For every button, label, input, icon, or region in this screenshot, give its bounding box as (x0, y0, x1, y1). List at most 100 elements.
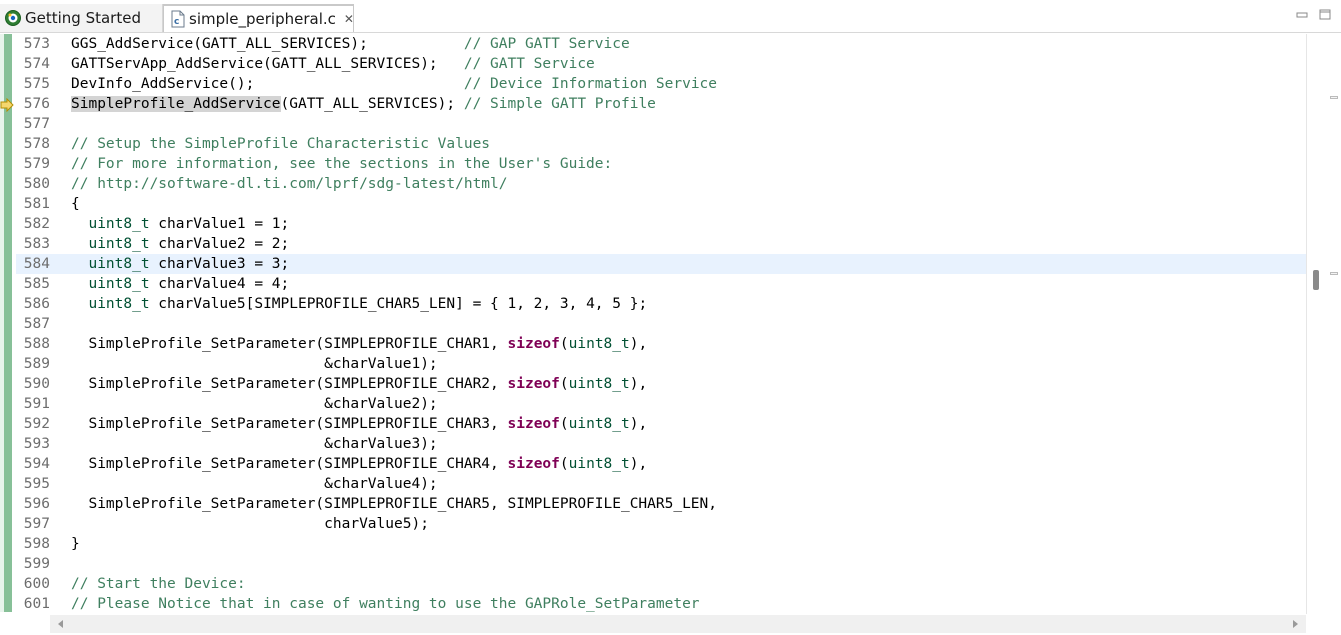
line-number: 597 (23, 516, 50, 532)
code-text[interactable]: // Start the Device: (71, 574, 246, 594)
tab-label: simple_peripheral.c (189, 10, 336, 28)
code-line[interactable]: 594 SimpleProfile_SetParameter(SIMPLEPRO… (16, 454, 1306, 474)
code-line[interactable]: 584 uint8_t charValue3 = 3; (16, 254, 1306, 274)
code-line[interactable]: 588 SimpleProfile_SetParameter(SIMPLEPRO… (16, 334, 1306, 354)
code-token: ( (559, 456, 569, 472)
code-line[interactable]: 586 uint8_t charValue5[SIMPLEPROFILE_CHA… (16, 294, 1306, 314)
code-comment: // Simple GATT Profile (463, 96, 656, 112)
code-line[interactable]: 591 &charValue2); (16, 394, 1306, 414)
code-token: charValue5); (71, 516, 429, 532)
code-text[interactable]: DevInfo_AddService(); // Device Informat… (71, 74, 717, 94)
code-text[interactable]: GGS_AddService(GATT_ALL_SERVICES); // GA… (71, 34, 630, 54)
code-token: charValue5[SIMPLEPROFILE_CHAR5_LEN] = { … (149, 296, 648, 312)
code-type: uint8_t (568, 376, 630, 392)
code-text[interactable]: // Setup the SimpleProfile Characteristi… (71, 134, 490, 154)
code-line[interactable]: 589 &charValue1); (16, 354, 1306, 374)
scroll-thumb[interactable] (1313, 270, 1319, 290)
line-number: 586 (23, 296, 50, 312)
code-text[interactable]: uint8_t charValue2 = 2; (71, 234, 289, 254)
code-keyword: sizeof (507, 376, 560, 392)
scroll-left-icon[interactable] (56, 619, 66, 629)
code-line[interactable]: 598} (16, 534, 1306, 554)
code-line[interactable]: 576 SimpleProfile_AddService(GATT_ALL_SER… (16, 94, 1306, 114)
line-number: 582 (23, 216, 50, 232)
code-text[interactable]: &charValue4); (71, 474, 438, 494)
code-line[interactable]: 585 uint8_t charValue4 = 4; (16, 274, 1306, 294)
line-number: 592 (23, 416, 50, 432)
code-token: } (71, 536, 80, 552)
code-line[interactable]: 582 uint8_t charValue1 = 1; (16, 214, 1306, 234)
code-text[interactable]: charValue5); (71, 514, 429, 534)
overview-mark[interactable] (1330, 272, 1338, 275)
code-line[interactable]: 573 GGS_AddService(GATT_ALL_SERVICES); //… (16, 34, 1306, 54)
code-token: ), (629, 416, 648, 432)
code-text[interactable]: &charValue2); (71, 394, 438, 414)
scroll-right-icon[interactable] (1290, 619, 1300, 629)
code-text[interactable]: SimpleProfile_SetParameter(SIMPLEPROFILE… (71, 454, 647, 474)
code-text[interactable]: &charValue3); (71, 434, 438, 454)
code-text[interactable]: SimpleProfile_AddService(GATT_ALL_SERVIC… (71, 94, 656, 114)
code-token: ), (629, 336, 648, 352)
code-text[interactable]: &charValue1); (71, 354, 438, 374)
code-text[interactable]: SimpleProfile_SetParameter(SIMPLEPROFILE… (71, 494, 717, 514)
vertical-scrollbar[interactable] (1306, 34, 1341, 614)
tab-getting-started[interactable]: Getting Started (0, 4, 163, 32)
code-text[interactable]: // Please Notice that in case of wanting… (71, 594, 700, 614)
code-text[interactable]: uint8_t charValue1 = 1; (71, 214, 289, 234)
code-line[interactable]: 581 { (16, 194, 1306, 214)
code-lines[interactable]: 573 GGS_AddService(GATT_ALL_SERVICES); //… (16, 34, 1306, 614)
line-number: 577 (23, 116, 50, 132)
tab-simple-peripheral[interactable]: c simple_peripheral.c ✕ (163, 4, 354, 32)
line-number: 581 (23, 196, 50, 212)
code-token: charValue2 = 2; (149, 236, 290, 252)
code-line[interactable]: 597 charValue5); (16, 514, 1306, 534)
code-text[interactable]: uint8_t charValue5[SIMPLEPROFILE_CHAR5_L… (71, 294, 647, 314)
line-number: 575 (23, 76, 50, 92)
code-text[interactable]: // http://software-dl.ti.com/lprf/sdg-la… (71, 174, 508, 194)
overview-mark[interactable] (1330, 96, 1338, 99)
editor-tab-bar: Getting Started c simple_peripheral.c ✕ (0, 0, 1341, 33)
gear-globe-icon (4, 9, 22, 27)
code-text[interactable]: GATTServApp_AddService(GATT_ALL_SERVICES… (71, 54, 595, 74)
code-text[interactable]: // For more information, see the section… (71, 154, 612, 174)
code-type: uint8_t (88, 296, 150, 312)
line-number: 599 (23, 556, 50, 572)
code-line[interactable]: 578 // Setup the SimpleProfile Characteri… (16, 134, 1306, 154)
code-text[interactable]: SimpleProfile_SetParameter(SIMPLEPROFILE… (71, 334, 647, 354)
code-line[interactable]: 577 (16, 114, 1306, 134)
line-number: 595 (23, 476, 50, 492)
code-comment: // GAP GATT Service (463, 36, 630, 52)
code-line[interactable]: 574 GATTServApp_AddService(GATT_ALL_SERVI… (16, 54, 1306, 74)
code-line[interactable]: 583 uint8_t charValue2 = 2; (16, 234, 1306, 254)
code-line[interactable]: 600 // Start the Device: (16, 574, 1306, 594)
horizontal-scrollbar[interactable] (50, 615, 1306, 633)
code-line[interactable]: 593 &charValue3); (16, 434, 1306, 454)
code-token: GATTServApp_AddService(GATT_ALL_SERVICES… (71, 56, 464, 72)
code-line[interactable]: 575 DevInfo_AddService(); // Device Infor… (16, 74, 1306, 94)
code-line[interactable]: 596 SimpleProfile_SetParameter(SIMPLEPRO… (16, 494, 1306, 514)
code-line[interactable]: 587 (16, 314, 1306, 334)
minimize-button[interactable] (1295, 6, 1309, 18)
code-keyword: sizeof (507, 416, 560, 432)
maximize-button[interactable] (1318, 6, 1332, 20)
code-line[interactable]: 579 // For more information, see the sect… (16, 154, 1306, 174)
code-text[interactable]: uint8_t charValue3 = 3; (71, 254, 289, 274)
code-type: uint8_t (88, 276, 150, 292)
code-text[interactable]: SimpleProfile_SetParameter(SIMPLEPROFILE… (71, 414, 647, 434)
code-line[interactable]: 599 (16, 554, 1306, 574)
code-line[interactable]: 580 // http://software-dl.ti.com/lprf/sdg… (16, 174, 1306, 194)
code-text[interactable]: } (71, 534, 80, 554)
line-number: 598 (23, 536, 50, 552)
code-line[interactable]: 592 SimpleProfile_SetParameter(SIMPLEPRO… (16, 414, 1306, 434)
close-icon[interactable]: ✕ (344, 12, 354, 26)
code-editor[interactable]: 573 GGS_AddService(GATT_ALL_SERVICES); //… (0, 34, 1341, 635)
code-text[interactable]: uint8_t charValue4 = 4; (71, 274, 289, 294)
code-text[interactable]: SimpleProfile_SetParameter(SIMPLEPROFILE… (71, 374, 647, 394)
svg-text:c: c (174, 17, 179, 27)
code-text[interactable]: { (71, 194, 80, 214)
code-line[interactable]: 595 &charValue4); (16, 474, 1306, 494)
code-line[interactable]: 601 // Please Notice that in case of want… (16, 594, 1306, 614)
code-line[interactable]: 590 SimpleProfile_SetParameter(SIMPLEPRO… (16, 374, 1306, 394)
